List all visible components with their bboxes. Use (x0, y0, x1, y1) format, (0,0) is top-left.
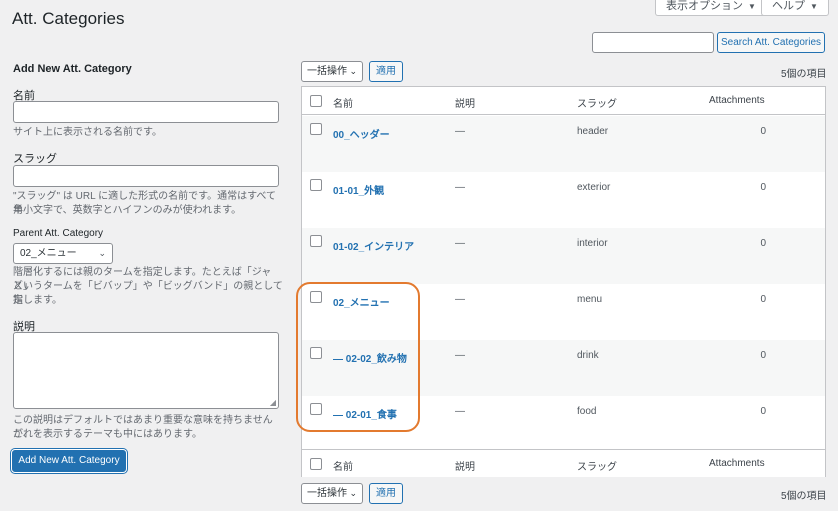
row-checkbox[interactable] (310, 179, 322, 191)
slug-label: スラッグ (13, 153, 57, 165)
column-header-description[interactable]: 説明 (455, 95, 475, 110)
column-footer-name[interactable]: 名前 (333, 458, 353, 473)
row-description: — (455, 294, 465, 305)
row-count[interactable]: 0 (726, 294, 766, 305)
apply-button-top[interactable]: 適用 (369, 61, 403, 82)
chevron-down-icon: ⌄ (349, 66, 357, 76)
row-slug: header (577, 126, 609, 137)
row-name-link[interactable]: 01-02_インテリア (333, 238, 414, 253)
screen-options-label: 表示オプション (666, 0, 743, 12)
chevron-down-icon: ⌄ (98, 248, 106, 258)
column-header-name[interactable]: 名前 (333, 95, 353, 110)
row-description: — (455, 350, 465, 361)
row-name-link[interactable]: 00_ヘッダー (333, 126, 390, 141)
row-slug: drink (577, 350, 599, 361)
row-count[interactable]: 0 (726, 350, 766, 361)
help-tab[interactable]: ヘルプ ▼ (761, 0, 829, 16)
row-description: — (455, 126, 465, 137)
bulk-actions-select-top[interactable]: 一括操作 ⌄ (301, 61, 363, 82)
search-button[interactable]: Search Att. Categories (717, 32, 825, 53)
chevron-down-icon: ⌄ (349, 488, 357, 498)
column-footer-description[interactable]: 説明 (455, 458, 475, 473)
form-heading: Add New Att. Category (13, 63, 132, 75)
help-label: ヘルプ (772, 0, 805, 12)
description-help-line-2: これを表示するテーマも中にはあります。 (13, 429, 202, 440)
table-row: 01-01_外観 — exterior 0 (302, 172, 825, 228)
row-slug: exterior (577, 182, 611, 193)
parent-help-line-3: 定します。 (13, 295, 62, 306)
row-slug: menu (577, 294, 603, 305)
column-footer-attachments[interactable]: Attachments (709, 458, 765, 469)
table-row: 00_ヘッダー — header 0 (302, 116, 825, 172)
row-description: — (455, 182, 465, 193)
bulk-actions-label: 一括操作 (307, 66, 347, 77)
description-textarea[interactable]: ◢ (13, 332, 279, 409)
name-input[interactable] (13, 101, 279, 123)
parent-select-value: 02_メニュー (20, 248, 77, 259)
column-footer-slug[interactable]: スラッグ (577, 458, 617, 473)
page-title: Att. Categories (12, 9, 125, 28)
add-category-button[interactable]: Add New Att. Category (12, 450, 126, 472)
highlight-annotation (296, 282, 420, 432)
row-description: — (455, 406, 465, 417)
items-count-top: 5個の項目 (781, 69, 827, 80)
caret-down-icon: ▼ (748, 2, 756, 11)
column-header-slug[interactable]: スラッグ (577, 95, 617, 110)
row-description: — (455, 238, 465, 249)
bulk-actions-select-bottom[interactable]: 一括操作 ⌄ (301, 483, 363, 504)
row-name-link[interactable]: 01-01_外観 (333, 182, 384, 197)
name-help: サイト上に表示される名前です。 (13, 127, 162, 138)
row-checkbox[interactable] (310, 235, 322, 247)
slug-help-line-2: 角小文字で、英数字とハイフンのみが使われます。 (13, 205, 242, 216)
table-header: 名前 説明 スラッグ Attachments (302, 87, 825, 115)
slug-input[interactable] (13, 165, 279, 187)
select-all-checkbox-footer[interactable] (310, 458, 322, 470)
items-count-bottom: 5個の項目 (781, 491, 827, 502)
parent-label: Parent Att. Category (13, 228, 104, 239)
bulk-actions-label: 一括操作 (307, 488, 347, 499)
caret-down-icon: ▼ (810, 2, 818, 11)
column-header-attachments[interactable]: Attachments (709, 95, 765, 106)
row-count[interactable]: 0 (726, 238, 766, 249)
search-input[interactable] (592, 32, 714, 53)
resize-handle-icon[interactable]: ◢ (270, 398, 276, 407)
screen-options-tab[interactable]: 表示オプション ▼ (655, 0, 767, 16)
table-footer: 名前 説明 スラッグ Attachments (302, 449, 825, 477)
table-row: 01-02_インテリア — interior 0 (302, 228, 825, 284)
apply-button-bottom[interactable]: 適用 (369, 483, 403, 504)
parent-select[interactable]: 02_メニュー ⌄ (13, 243, 113, 264)
row-slug: food (577, 406, 597, 417)
row-count[interactable]: 0 (726, 126, 766, 137)
select-all-checkbox[interactable] (310, 95, 322, 107)
row-count[interactable]: 0 (726, 182, 766, 193)
row-count[interactable]: 0 (726, 406, 766, 417)
row-checkbox[interactable] (310, 123, 322, 135)
row-slug: interior (577, 238, 608, 249)
